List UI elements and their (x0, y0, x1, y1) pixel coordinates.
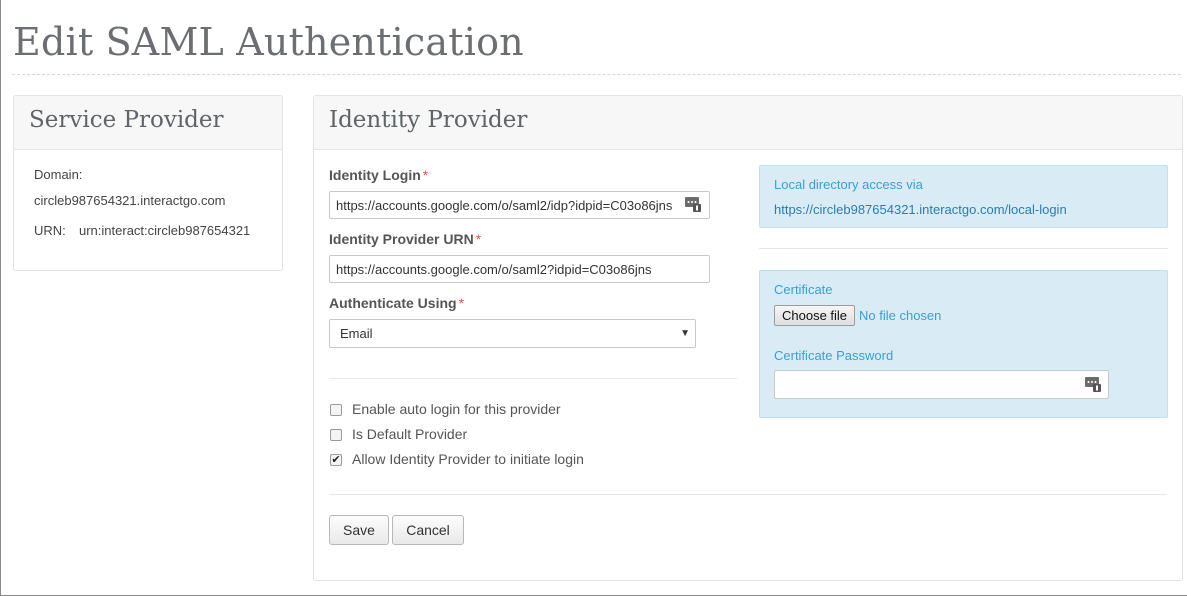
identity-provider-heading: Identity Provider (329, 107, 528, 133)
provider-urn-input[interactable] (329, 255, 710, 283)
authenticate-using-label-text: Authenticate Using (329, 295, 457, 311)
certificate-label: Certificate (774, 282, 833, 297)
password-manager-key-icon[interactable] (685, 196, 701, 212)
certificate-box: Certificate Choose file No file chosen C… (759, 270, 1168, 418)
identity-provider-header: Identity Provider (314, 96, 1182, 150)
form-divider (329, 378, 737, 379)
file-status-text: No file chosen (859, 308, 942, 323)
domain-value: circleb987654321.interactgo.com (34, 193, 226, 208)
identity-provider-panel: Identity Provider Identity Login* Identi… (313, 95, 1183, 581)
service-provider-heading: Service Provider (29, 107, 224, 133)
provider-urn-label: Identity Provider URN * (329, 231, 481, 247)
default-provider-label: Is Default Provider (352, 426, 468, 442)
title-divider (12, 74, 1181, 75)
certificate-password-label: Certificate Password (774, 348, 894, 363)
idp-initiated-login-label: Allow Identity Provider to initiate logi… (352, 451, 584, 467)
password-manager-key-icon[interactable] (1085, 376, 1101, 392)
identity-login-label: Identity Login * (329, 167, 428, 183)
domain-label: Domain: (34, 167, 83, 182)
authenticate-using-select[interactable]: Email ▼ (329, 319, 696, 348)
service-provider-panel: Service Provider Domain: circleb98765432… (13, 95, 283, 271)
info-divider (759, 248, 1168, 249)
local-directory-label: Local directory access via (774, 177, 923, 192)
urn-value: urn:interact:circleb987654321 (79, 223, 251, 238)
choose-file-button[interactable]: Choose file (774, 305, 856, 326)
urn-label: URN: (34, 223, 66, 238)
required-mark: * (458, 295, 465, 311)
caret-down-icon: ▼ (680, 328, 690, 339)
save-button[interactable]: Save (329, 515, 389, 545)
idp-initiated-login-checkbox[interactable]: ✔ (330, 454, 342, 466)
check-mark-icon: ✔ (331, 454, 341, 466)
auto-login-label: Enable auto login for this provider (352, 401, 561, 417)
required-mark: * (475, 231, 482, 247)
authenticate-using-label: Authenticate Using * (329, 295, 464, 311)
auto-login-checkbox[interactable] (330, 404, 342, 416)
actions-divider (329, 494, 1167, 495)
local-login-link[interactable]: https://circleb987654321.interactgo.com/… (774, 202, 1067, 217)
required-mark: * (422, 167, 429, 183)
page-title: Edit SAML Authentication (13, 20, 524, 64)
certificate-password-input[interactable] (774, 370, 1109, 399)
default-provider-checkbox[interactable] (330, 429, 342, 441)
provider-urn-label-text: Identity Provider URN (329, 231, 474, 247)
cancel-button[interactable]: Cancel (392, 515, 464, 545)
authenticate-using-selected: Email (340, 326, 373, 341)
local-directory-box: Local directory access via https://circl… (759, 165, 1168, 228)
identity-login-label-text: Identity Login (329, 167, 421, 183)
identity-login-input[interactable] (329, 191, 710, 219)
service-provider-header: Service Provider (14, 96, 282, 150)
